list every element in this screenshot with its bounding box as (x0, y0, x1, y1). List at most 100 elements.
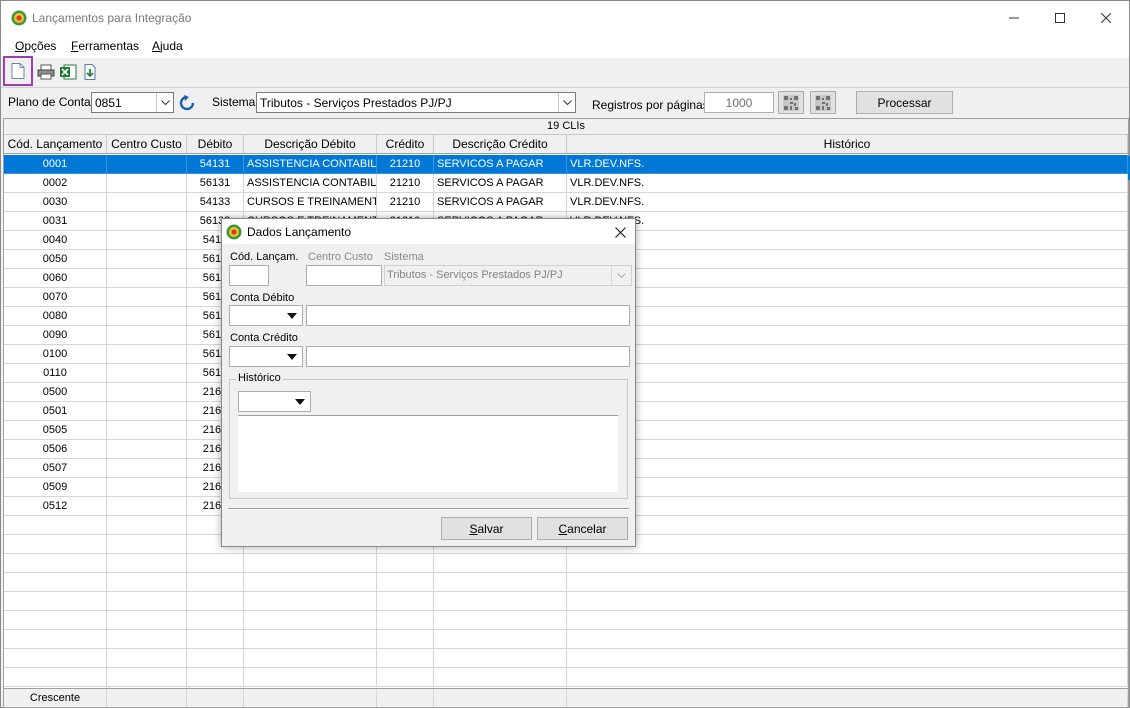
table-cell: 54133 (187, 193, 244, 212)
table-cell: 0080 (4, 307, 107, 326)
conta-debito-descricao[interactable] (306, 305, 630, 326)
menu-ajuda-label: juda (160, 39, 183, 53)
table-cell (567, 611, 1128, 630)
excel-export-button[interactable] (57, 61, 79, 83)
chevron-down-icon[interactable] (611, 266, 631, 285)
table-cell: S/NFS (567, 478, 1128, 497)
table-cell (107, 440, 187, 459)
empty-row[interactable] (4, 554, 1128, 573)
footer-cell (187, 689, 244, 707)
new-button[interactable] (3, 56, 33, 86)
processar-button[interactable]: Processar (856, 91, 953, 114)
column-header[interactable]: Histórico (567, 135, 1128, 154)
registros-label: Registros por páginas: (592, 98, 713, 112)
refresh-button[interactable] (176, 92, 198, 114)
table-cell: 21210 (377, 155, 434, 174)
table-cell: 0507 (4, 459, 107, 478)
column-header[interactable]: Crédito (377, 135, 434, 154)
table-cell (107, 174, 187, 193)
close-window-button[interactable] (1083, 1, 1129, 34)
table-cell (107, 630, 187, 649)
table-cell (4, 516, 107, 535)
maximize-button[interactable] (1037, 1, 1083, 34)
table-cell: 0060 (4, 269, 107, 288)
centro-custo-input[interactable] (306, 265, 382, 286)
cod-lancam-input[interactable] (229, 265, 269, 286)
historico-select[interactable] (238, 391, 311, 412)
column-header[interactable]: Descrição Débito (244, 135, 377, 154)
dialog-close-button[interactable] (611, 223, 629, 241)
salvar-button[interactable]: Salvar (441, 517, 532, 540)
qr-button-1[interactable] (778, 91, 804, 114)
chevron-down-icon[interactable] (558, 93, 575, 112)
table-cell: 0509 (4, 478, 107, 497)
table-cell (244, 668, 377, 687)
table-cell (4, 554, 107, 573)
empty-row[interactable] (4, 630, 1128, 649)
empty-row[interactable] (4, 592, 1128, 611)
table-cell (434, 630, 567, 649)
table-cell (567, 668, 1128, 687)
historico-group: Histórico (229, 372, 628, 499)
table-cell (107, 364, 187, 383)
table-cell (107, 421, 187, 440)
historico-textarea[interactable] (238, 415, 618, 492)
table-cell: 0505 (4, 421, 107, 440)
sistema-select[interactable]: Tributos - Serviços Prestados PJ/PJ (256, 92, 576, 113)
print-button[interactable] (35, 61, 57, 83)
footer-cell (567, 689, 1128, 707)
import-button[interactable] (79, 61, 101, 83)
cod-lancam-label: Cód. Lançam. (230, 251, 299, 263)
registros-input[interactable]: 1000 (704, 92, 774, 113)
close-icon (614, 226, 626, 238)
table-cell: S/NFS (567, 440, 1128, 459)
table-cell: 0506 (4, 440, 107, 459)
table-cell (244, 573, 377, 592)
app-logo-icon (11, 10, 27, 26)
minimize-button[interactable] (991, 1, 1037, 34)
conta-credito-descricao[interactable] (306, 346, 630, 367)
table-cell (107, 554, 187, 573)
sistema-label: Sistema (212, 95, 256, 109)
table-cell (377, 573, 434, 592)
column-header[interactable]: Débito (187, 135, 244, 154)
menu-opcoes[interactable]: Opções (15, 39, 56, 53)
empty-row[interactable] (4, 573, 1128, 592)
window-title: Lançamentos para Integração (32, 11, 192, 25)
column-header[interactable]: Descrição Crédito (434, 135, 567, 154)
sistema-dialog-select[interactable]: Tributos - Serviços Prestados PJ/PJ (384, 265, 632, 286)
table-cell (377, 630, 434, 649)
column-header[interactable]: Cód. Lançamento (4, 135, 107, 154)
table-cell (377, 668, 434, 687)
table-cell (4, 649, 107, 668)
footer-cell (107, 689, 187, 707)
maximize-icon (1055, 12, 1065, 23)
salvar-label: alvar (477, 521, 504, 536)
table-cell: 0050 (4, 250, 107, 269)
chevron-down-icon[interactable] (156, 93, 173, 112)
conta-debito-select[interactable] (229, 305, 303, 326)
menu-ferramentas[interactable]: Ferramentas (71, 39, 139, 53)
dropdown-arrow-icon[interactable] (282, 306, 302, 325)
conta-credito-label: Conta Crédito (230, 332, 298, 344)
table-row[interactable]: 0001 54131 ASSISTENCIA CONTABIL/J 21210 SERV… (4, 155, 1128, 174)
table-row[interactable]: 0030 54133CURSOS E TREINAMENTOS21210SERVI… (4, 193, 1128, 212)
menu-ajuda[interactable]: Ajuda (152, 39, 183, 53)
plano-de-contas-select[interactable]: 0851 (91, 92, 174, 113)
column-header[interactable]: Centro Custo (107, 135, 187, 154)
table-cell (107, 402, 187, 421)
table-row[interactable]: 0002 56131 ASSISTENCIA CONTABIL/J 21210 SERV… (4, 174, 1128, 193)
table-cell (567, 307, 1128, 326)
cancelar-button[interactable]: Cancelar (537, 517, 628, 540)
dropdown-arrow-icon[interactable] (290, 392, 310, 411)
table-cell: 0001 (4, 155, 107, 174)
empty-row[interactable] (4, 649, 1128, 668)
table-cell (434, 592, 567, 611)
footer-cell (244, 689, 377, 707)
empty-row[interactable] (4, 611, 1128, 630)
table-cell: S/NFS (567, 383, 1128, 402)
empty-row[interactable] (4, 668, 1128, 687)
dropdown-arrow-icon[interactable] (282, 347, 302, 366)
conta-credito-select[interactable] (229, 346, 303, 367)
qr-button-2[interactable] (810, 91, 836, 114)
